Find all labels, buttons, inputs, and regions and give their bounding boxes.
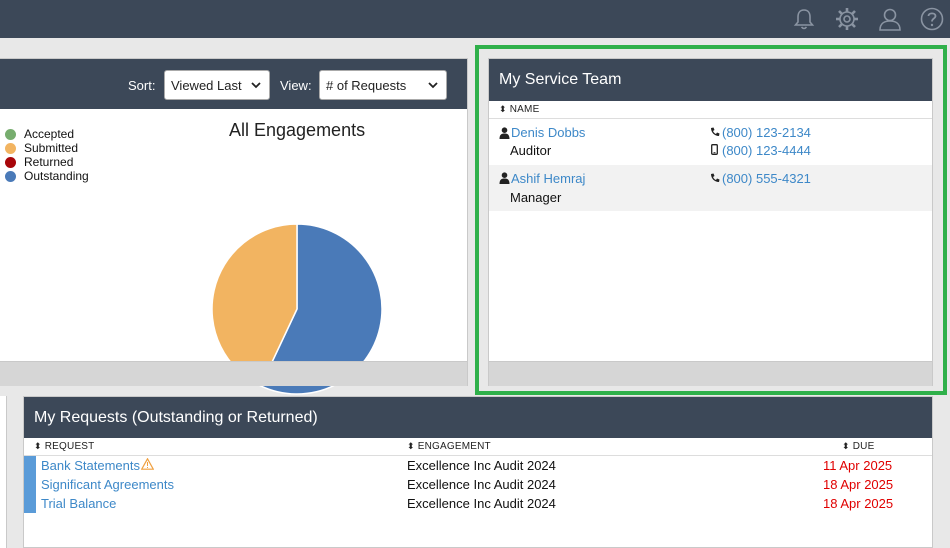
name-column-label: NAME bbox=[509, 104, 540, 115]
row-status-bar bbox=[24, 475, 36, 494]
legend-item[interactable]: Accepted bbox=[5, 127, 89, 141]
sort-icon: ⬍ bbox=[407, 441, 415, 451]
request-link[interactable]: Bank Statements bbox=[41, 458, 140, 473]
legend-dot bbox=[5, 142, 16, 154]
service-team-title: My Service Team bbox=[489, 59, 932, 101]
engagements-footer bbox=[0, 361, 467, 386]
phone-icon bbox=[711, 127, 720, 136]
request-column-header[interactable]: ⬍ REQUEST bbox=[34, 441, 95, 452]
member-name-link[interactable]: Denis Dobbs bbox=[511, 125, 585, 140]
request-link[interactable]: Significant Agreements bbox=[41, 477, 174, 492]
chevron-down-icon bbox=[251, 82, 261, 89]
engagements-header: Sort: Viewed Last View: # of Requests bbox=[0, 59, 467, 109]
row-status-bar bbox=[24, 456, 36, 475]
legend-dot bbox=[5, 128, 16, 140]
requests-title: My Requests (Outstanding or Returned) bbox=[24, 397, 932, 438]
due-column-header[interactable]: ⬍ DUE bbox=[842, 441, 874, 452]
sort-icon: ⬍ bbox=[34, 441, 42, 451]
request-column-label: REQUEST bbox=[44, 441, 95, 452]
requests-header-row: ⬍ REQUEST ⬍ ENGAGEMENT ⬍ DUE bbox=[24, 438, 932, 456]
sort-select[interactable]: Viewed Last bbox=[164, 70, 270, 100]
requests-panel: My Requests (Outstanding or Returned) ⬍ R… bbox=[23, 396, 933, 548]
name-column-header[interactable]: ⬍ NAME bbox=[499, 104, 539, 115]
due-date: 18 Apr 2025 bbox=[823, 477, 894, 492]
warning-icon bbox=[141, 458, 154, 470]
member-phone-link[interactable]: (800) 123-2134 bbox=[722, 125, 811, 140]
legend-label: Returned bbox=[24, 155, 74, 169]
chevron-down-icon bbox=[428, 82, 438, 89]
engagement-text: Excellence Inc Audit 2024 bbox=[407, 458, 556, 473]
due-column-label: DUE bbox=[852, 441, 875, 452]
sort-icon: ⬍ bbox=[499, 104, 507, 114]
user-icon[interactable] bbox=[877, 6, 903, 32]
person-icon bbox=[499, 172, 510, 184]
team-member-row: Ashif Hemraj Manager (800) 555-4321 bbox=[489, 165, 932, 211]
engagement-column-label: ENGAGEMENT bbox=[417, 441, 491, 452]
team-header-row: ⬍ NAME bbox=[489, 101, 932, 119]
person-icon bbox=[499, 127, 510, 139]
member-name-link[interactable]: Ashif Hemraj bbox=[511, 171, 585, 186]
view-label: View: bbox=[280, 78, 312, 93]
member-role: Auditor bbox=[510, 143, 552, 158]
engagement-text: Excellence Inc Audit 2024 bbox=[407, 496, 556, 511]
top-bar bbox=[0, 0, 950, 38]
request-link[interactable]: Trial Balance bbox=[41, 496, 116, 511]
legend-item[interactable]: Outstanding bbox=[5, 169, 89, 183]
sort-label: Sort: bbox=[128, 78, 156, 93]
phone-icon bbox=[711, 173, 720, 182]
chart-legend: Accepted Submitted Returned Outstanding bbox=[5, 127, 89, 183]
sort-select-value: Viewed Last bbox=[171, 78, 242, 93]
engagements-panel: Sort: Viewed Last View: # of Requests Ac… bbox=[0, 58, 468, 395]
legend-label: Accepted bbox=[24, 127, 75, 141]
service-team-footer bbox=[489, 361, 932, 386]
mobile-icon bbox=[711, 144, 718, 155]
request-row: Significant Agreements Excellence Inc Au… bbox=[24, 475, 932, 494]
legend-dot bbox=[5, 156, 16, 168]
left-panel-edge bbox=[0, 396, 7, 548]
service-team-panel: My Service Team ⬍ NAME Denis Dobbs Audito… bbox=[488, 58, 933, 386]
chart-title: All Engagements bbox=[229, 120, 366, 140]
view-select-value: # of Requests bbox=[326, 78, 407, 93]
legend-dot bbox=[5, 170, 16, 182]
row-status-bar bbox=[24, 494, 36, 513]
team-member-row: Denis Dobbs Auditor (800) 123-2134 (800)… bbox=[489, 120, 932, 166]
engagement-column-header[interactable]: ⬍ ENGAGEMENT bbox=[407, 441, 491, 452]
sort-icon: ⬍ bbox=[842, 441, 850, 451]
engagement-text: Excellence Inc Audit 2024 bbox=[407, 477, 556, 492]
legend-item[interactable]: Returned bbox=[5, 155, 89, 169]
request-row: Trial Balance Excellence Inc Audit 2024 … bbox=[24, 494, 932, 513]
member-phone-link[interactable]: (800) 555-4321 bbox=[722, 171, 811, 186]
member-mobile-link[interactable]: (800) 123-4444 bbox=[722, 143, 811, 158]
legend-label: Outstanding bbox=[24, 169, 89, 183]
help-icon[interactable] bbox=[919, 6, 945, 32]
legend-label: Submitted bbox=[24, 141, 79, 155]
gear-icon[interactable] bbox=[834, 6, 860, 32]
request-row: Bank Statements Excellence Inc Audit 202… bbox=[24, 456, 932, 475]
due-date: 18 Apr 2025 bbox=[823, 496, 894, 511]
member-role: Manager bbox=[510, 190, 562, 205]
view-select[interactable]: # of Requests bbox=[319, 70, 447, 100]
legend-item[interactable]: Submitted bbox=[5, 141, 89, 155]
bell-icon[interactable] bbox=[791, 6, 817, 32]
due-date: 11 Apr 2025 bbox=[823, 458, 893, 473]
